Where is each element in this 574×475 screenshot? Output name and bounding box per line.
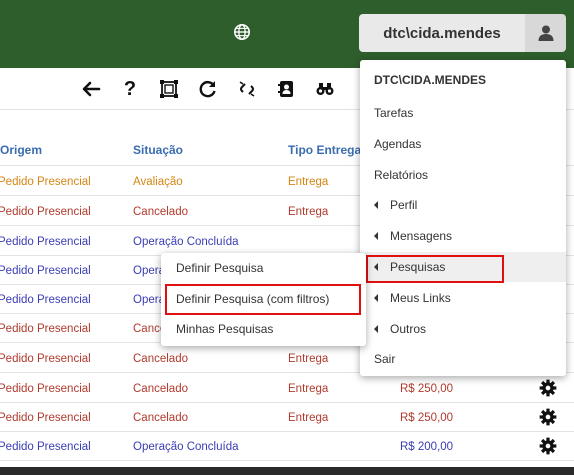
caret-left-icon xyxy=(374,201,378,209)
cell-origem: Pedido Presencial xyxy=(0,353,91,365)
cell-situacao: Cancelado xyxy=(133,412,188,424)
menu-item-agendas[interactable]: Agendas xyxy=(360,129,566,159)
menu-item-label: Agendas xyxy=(374,137,422,151)
contacts-icon[interactable] xyxy=(275,78,297,100)
menu-item-perfil[interactable]: Perfil xyxy=(360,190,566,220)
cell-origem: Pedido Presencial xyxy=(0,236,91,248)
menu-item-label: Relatórios xyxy=(374,168,429,182)
menu-item-label: Tarefas xyxy=(374,106,414,120)
cell-origem: Pedido Presencial xyxy=(0,323,91,335)
unlink-icon[interactable] xyxy=(236,78,258,100)
highlight-box-definir-filtros xyxy=(165,284,361,315)
cell-situacao: Cancelado xyxy=(133,353,188,365)
bottom-edge xyxy=(0,467,574,475)
menu-item-outros[interactable]: Outros xyxy=(360,314,566,344)
cell-valor: R$ 200,00 xyxy=(400,441,454,453)
cell-origem: Pedido Presencial xyxy=(0,441,91,453)
table-row[interactable]: Pedido Presencial Cancelado Entrega R$ 250,… xyxy=(0,403,574,432)
cell-tipo-entrega: Entrega xyxy=(288,206,329,218)
menu-item-relat-rios[interactable]: Relatórios xyxy=(360,160,566,190)
cell-situacao: Cancelado xyxy=(133,383,188,395)
binoculars-icon[interactable] xyxy=(314,78,336,100)
cell-origem: Pedido Presencial xyxy=(0,412,91,424)
menu-item-meus-links[interactable]: Meus Links xyxy=(360,283,566,313)
menu-item-label: Mensagens xyxy=(390,229,453,243)
cell-tipo-entrega: Entrega xyxy=(288,353,329,365)
submenu-item-definir-pesquisa[interactable]: Definir Pesquisa xyxy=(161,253,366,283)
cell-origem: Pedido Presencial xyxy=(0,265,91,277)
table-row[interactable]: Pedido Presencial Operação Concluída R$ 20… xyxy=(0,432,574,461)
gear-icon[interactable] xyxy=(539,408,557,426)
menu-item-label: Outros xyxy=(390,322,427,336)
cell-situacao: Cancelado xyxy=(133,206,188,218)
user-menu-button[interactable] xyxy=(525,14,566,52)
cell-origem: Pedido Presencial xyxy=(0,206,91,218)
menu-item-label: Sair xyxy=(374,352,396,366)
menu-user-title: DTC\CIDA.MENDES xyxy=(374,73,487,87)
menu-item-tarefas[interactable]: Tarefas xyxy=(360,98,566,128)
cell-valor: R$ 250,00 xyxy=(400,383,454,395)
user-name-button[interactable]: dtc\cida.mendes xyxy=(359,14,525,52)
gear-icon[interactable] xyxy=(539,379,557,397)
submenu-item-label: Definir Pesquisa xyxy=(176,261,264,275)
column-header-situacao[interactable]: Situação xyxy=(133,143,183,157)
caret-left-icon xyxy=(374,232,378,240)
menu-item-label: Perfil xyxy=(390,198,418,212)
cell-origem: Pedido Presencial xyxy=(0,176,91,188)
menu-item-mensagens[interactable]: Mensagens xyxy=(360,221,566,251)
submenu-item-minhas-pesquisas[interactable]: Minhas Pesquisas xyxy=(161,314,366,344)
cell-origem: Pedido Presencial xyxy=(0,383,91,395)
caret-left-icon xyxy=(374,325,378,333)
cell-situacao: Operação Concluída xyxy=(133,236,239,248)
table-row[interactable]: Pedido Presencial Cancelado Entrega R$ 250,… xyxy=(0,374,574,403)
cell-situacao: Avaliação xyxy=(133,176,183,188)
cell-situacao: Operação Concluída xyxy=(133,441,239,453)
column-header-origem[interactable]: Origem xyxy=(0,143,42,157)
select-frame-icon[interactable] xyxy=(158,78,180,100)
globe-icon[interactable] xyxy=(233,23,251,41)
back-arrow-icon[interactable] xyxy=(80,78,102,100)
caret-left-icon xyxy=(374,294,378,302)
menu-item-label: Meus Links xyxy=(390,291,451,305)
user-dropdown-menu: DTC\CIDA.MENDES Tarefas Agendas Relatórios… xyxy=(360,60,566,376)
highlight-box-pesquisas xyxy=(366,255,504,283)
gear-icon[interactable] xyxy=(539,437,557,455)
column-header-tipo-entrega[interactable]: Tipo Entrega xyxy=(288,143,361,157)
menu-item-sair[interactable]: Sair xyxy=(360,344,566,374)
cell-origem: Pedido Presencial xyxy=(0,294,91,306)
refresh-icon[interactable] xyxy=(197,78,219,100)
cell-valor: R$ 250,00 xyxy=(400,412,454,424)
user-icon xyxy=(538,25,553,41)
submenu-item-label: Minhas Pesquisas xyxy=(176,322,274,336)
cell-tipo-entrega: Entrega xyxy=(288,176,329,188)
cell-tipo-entrega: Entrega xyxy=(288,412,329,424)
cell-tipo-entrega: Entrega xyxy=(288,383,329,395)
help-icon[interactable]: ? xyxy=(119,78,141,100)
app-window: dtc\cida.mendes ? Origem Situação Tipo E… xyxy=(0,0,574,475)
